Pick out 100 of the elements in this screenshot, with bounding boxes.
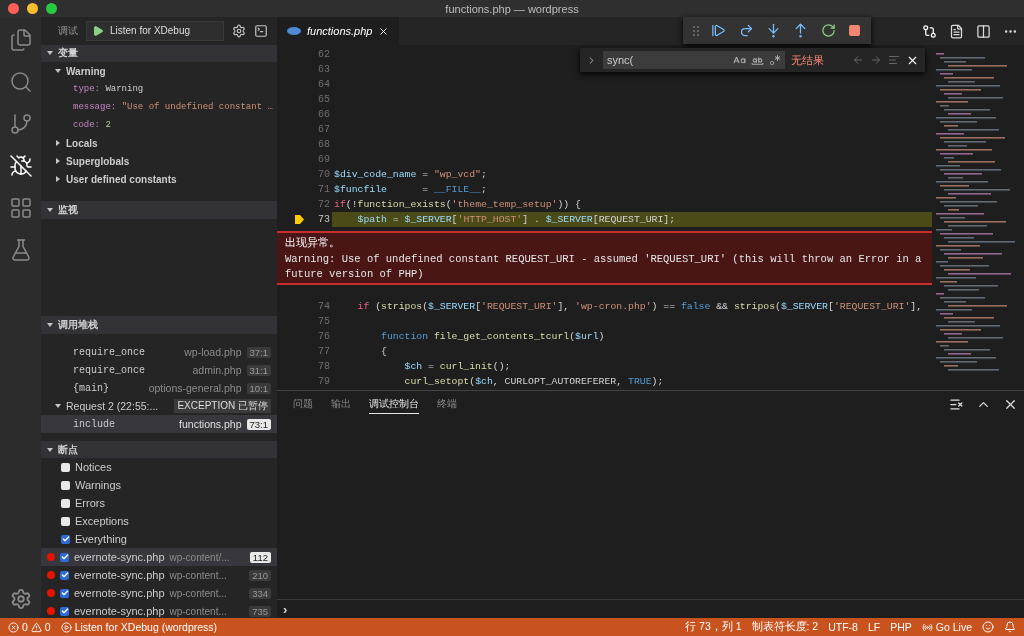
drag-handle-icon[interactable] [693,24,700,37]
extensions-icon[interactable] [8,196,33,220]
code-line: $funcfile = __FILE__; [334,184,487,195]
settings-icon[interactable] [9,588,32,610]
checkbox[interactable] [60,570,69,580]
tree-item[interactable]: Warning [41,62,277,81]
checkbox[interactable] [61,462,70,472]
git-icon[interactable] [8,112,33,136]
line-number: 63 [317,64,330,75]
variable-entry[interactable]: code: 2 [73,120,111,131]
document-icon[interactable] [949,23,964,39]
notifications-icon[interactable] [1004,621,1016,633]
maximize-button[interactable] [46,3,57,14]
play-icon[interactable] [92,24,104,37]
panel-tab[interactable]: 调试控制台 [369,394,419,414]
checkbox[interactable] [61,534,70,544]
line-number: 66 [317,109,330,120]
close-icon[interactable] [378,25,390,37]
panel-tab[interactable]: 输出 [331,394,351,414]
breakpoint-path: wp-content... [169,569,228,581]
stack-frame[interactable]: require_once admin.php 31:1 [41,361,277,380]
current-line-arrow-icon [295,215,304,224]
panel-tab[interactable]: 终端 [437,394,457,414]
tab-label: functions.php [307,25,373,37]
status-badge: EXCEPTION 已暂停 [174,399,271,414]
find-field[interactable]: sync( [603,51,785,69]
configuration-select[interactable]: Listen for XDebug [86,20,224,41]
breakpoint-file: evernote-sync.php [74,569,165,582]
tree-item[interactable]: Superglobals [41,152,277,171]
checkbox[interactable] [60,552,69,562]
stack-frame[interactable]: include functions.php 73:1 [41,415,277,434]
panel-tab[interactable]: 问题 [293,394,313,414]
split-editor-icon[interactable] [976,23,991,39]
code-line: curl_setopt($ch, CURLOPT_AUTOREFERER, TRUE); [403,376,664,387]
indentation[interactable]: 制表符长度: 2 [751,620,819,634]
play-icon[interactable] [60,621,72,633]
tree-item[interactable]: User defined constants [41,170,277,189]
code-line: { [380,346,387,357]
debug-icon[interactable] [8,154,33,178]
line-ending[interactable]: LF [867,621,881,633]
editor-tab[interactable]: functions.php [277,17,400,45]
minimize-button[interactable] [27,3,38,14]
checkbox[interactable] [61,498,70,508]
selection-icon[interactable] [888,54,900,66]
section-header[interactable]: 调用堆栈 [41,316,277,335]
frame-file: functions.php [179,418,242,431]
error-count[interactable]: 0 [22,621,28,633]
section-header[interactable]: 变量 [41,44,277,63]
step-over-icon[interactable] [738,23,754,38]
thread-item[interactable]: Request 2 (22:55:... EXCEPTION 已暂停 [41,397,277,416]
error-icon[interactable] [8,621,19,633]
checkbox[interactable] [60,588,69,598]
encoding[interactable]: UTF-8 [828,621,858,633]
checkbox[interactable] [60,606,69,616]
debug-status[interactable]: Listen for XDebug (wordpress) [74,621,218,633]
language-mode[interactable]: PHP [890,621,912,633]
section-header[interactable]: 断点 [41,440,277,459]
continue-icon[interactable] [711,23,727,38]
line-number-badge: 210 [249,569,271,581]
cursor-position[interactable]: 行 73，列 1 [685,620,742,634]
stack-frame[interactable]: {main} options-general.php 10:1 [41,379,277,398]
stack-frame[interactable]: require_once wp-load.php 37:1 [41,343,277,362]
tree-item[interactable]: Locals [41,134,277,153]
breakpoint-dot [47,571,55,580]
search-icon[interactable] [8,70,33,94]
warning-count[interactable]: 0 [44,621,51,633]
breakpoint-item[interactable]: evernote-sync.php wp-content... 735 [41,602,277,618]
checkbox[interactable] [61,480,70,490]
breakpoint-dot [47,589,55,598]
frame-name: require_once [73,364,146,376]
go-live-button[interactable]: Go Live [935,621,972,633]
line-number: 64 [317,79,330,90]
breakpoint-item[interactable]: evernote-sync.php wp-content... 210 [41,566,277,585]
caret-icon [55,68,61,75]
close-button[interactable] [8,3,19,14]
restart-icon[interactable] [820,23,836,38]
warning-icon[interactable] [30,621,42,633]
compare-icon[interactable] [922,23,937,39]
find-result: 无结果 [791,52,825,68]
clear-console-icon[interactable] [949,396,964,412]
php-file-icon [287,27,301,35]
files-icon[interactable] [8,28,33,52]
breakpoint-item[interactable]: evernote-sync.php wp-content... 334 [41,584,277,603]
variable-entry[interactable]: message: "Use of undefined constant … [73,102,273,113]
step-into-icon[interactable] [766,23,781,38]
section-header[interactable]: 监视 [41,201,277,219]
stop-icon[interactable] [847,24,861,37]
checkbox[interactable] [61,516,70,526]
frame-position: 37:1 [246,346,271,358]
breakpoint-file: evernote-sync.php [74,605,165,618]
feedback-icon[interactable] [982,621,994,633]
regex-icon[interactable] [769,54,781,66]
line-number: 70 [317,169,330,180]
code-line: $div_code_name = "wp_vcd"; [334,169,487,180]
breakpoint-item[interactable]: evernote-sync.php wp-content/... 112 [41,548,277,567]
line-number: 72 [317,199,330,210]
broadcast-icon[interactable] [921,621,933,633]
variable-entry[interactable]: type: Warning [73,84,144,95]
terminal-icon[interactable] [254,23,268,38]
settings-icon[interactable] [232,23,246,38]
